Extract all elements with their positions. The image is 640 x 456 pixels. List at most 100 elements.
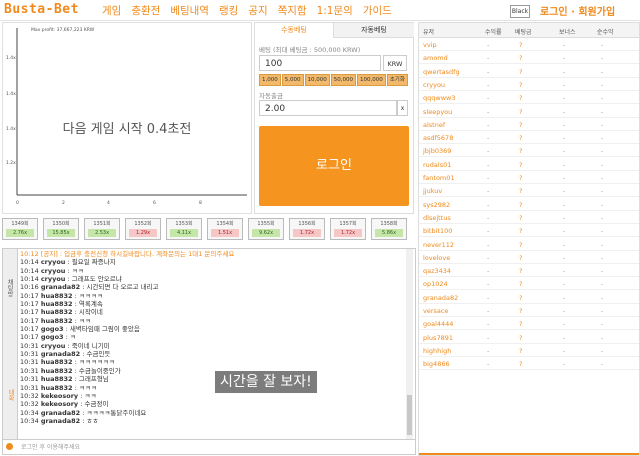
- chip-1000[interactable]: 1,000: [259, 74, 281, 86]
- chat-user[interactable]: gogo3: [41, 325, 64, 333]
- col-bet: 베팅금: [515, 29, 532, 36]
- chat-user[interactable]: hua8832: [41, 308, 73, 316]
- user-name[interactable]: jbjb0369: [423, 147, 451, 155]
- tab-auto-bet[interactable]: 자동베팅: [333, 23, 414, 38]
- chat-user[interactable]: cryyou: [41, 342, 66, 350]
- theme-button[interactable]: Black: [510, 5, 530, 18]
- user-name[interactable]: qwertasdfg: [423, 68, 460, 76]
- history-item[interactable]: 1354회 1.51x: [207, 218, 243, 240]
- chat-scroll-thumb[interactable]: [407, 395, 412, 435]
- bet-amount: ?: [519, 307, 523, 315]
- auto-cashout-input[interactable]: 2.00: [259, 100, 397, 116]
- history-item[interactable]: 1358회 5.86x: [371, 218, 407, 240]
- history-item[interactable]: 1352회 1.29x: [125, 218, 161, 240]
- chat-talk-tab[interactable]: 대화: [6, 389, 15, 401]
- nav-inquiry[interactable]: 1:1문의: [317, 3, 353, 18]
- user-name[interactable]: bitbit100: [423, 227, 452, 235]
- nav-guide[interactable]: 가이드: [363, 3, 392, 18]
- history-item[interactable]: 1351회 2.53x: [84, 218, 120, 240]
- col-profit-rate: 수익률: [485, 29, 502, 36]
- chip-10000[interactable]: 10,000: [304, 74, 330, 86]
- chat-user[interactable]: hua8832: [41, 292, 73, 300]
- user-name[interactable]: qqqwww3: [423, 94, 455, 102]
- user-name[interactable]: big4866: [423, 360, 450, 368]
- chat-user[interactable]: kekeosory: [41, 400, 78, 408]
- chat-user[interactable]: granada82: [41, 350, 80, 358]
- nav-bet-history[interactable]: 베팅내역: [170, 3, 209, 18]
- chat-user[interactable]: hua8832: [41, 384, 73, 392]
- user-name[interactable]: amomd: [423, 54, 448, 62]
- tab-manual-bet[interactable]: 수동베팅: [255, 23, 333, 38]
- user-name[interactable]: fantom01: [423, 174, 455, 182]
- chat-user[interactable]: granada82: [41, 409, 80, 417]
- user-name[interactable]: jjukuv: [423, 187, 442, 195]
- user-name[interactable]: highhigh: [423, 347, 451, 355]
- chat-room-tab[interactable]: 채팅방: [5, 279, 14, 297]
- user-name[interactable]: dlsejttus: [423, 214, 451, 222]
- bonus: -: [563, 360, 566, 369]
- user-name[interactable]: goal4444: [423, 320, 453, 328]
- chat-text: ㅎㅎ: [86, 416, 99, 425]
- profit-rate: -: [487, 307, 490, 315]
- nav-messages[interactable]: 쪽지함: [278, 3, 307, 18]
- nav-ranking[interactable]: 랭킹: [219, 3, 238, 18]
- chip-50000[interactable]: 50,000: [330, 74, 356, 86]
- user-name[interactable]: cryyou: [423, 81, 445, 89]
- chat-settings-icon[interactable]: [6, 443, 13, 450]
- bonus: -: [563, 346, 566, 355]
- user-name[interactable]: vvip: [423, 41, 437, 49]
- chat-user[interactable]: hua8832: [41, 300, 73, 308]
- nav-deposit[interactable]: 충환전: [131, 3, 160, 18]
- nav-notice[interactable]: 공지: [248, 3, 267, 18]
- user-name[interactable]: sys2982: [423, 201, 450, 209]
- chat-text: 수금인듯: [86, 350, 111, 359]
- user-name[interactable]: granada82: [423, 294, 458, 302]
- chat-user[interactable]: cryyou: [41, 267, 66, 275]
- history-item[interactable]: 1357회 1.72x: [330, 218, 366, 240]
- chip-100000[interactable]: 100,000: [357, 74, 386, 86]
- chat-user[interactable]: hua8832: [41, 358, 73, 366]
- user-name[interactable]: qaz3434: [423, 267, 451, 275]
- login-button[interactable]: 로그인: [259, 126, 409, 206]
- chat-time: 10:17: [20, 300, 39, 309]
- user-name[interactable]: never112: [423, 241, 454, 249]
- history-round: 1356회: [298, 221, 316, 227]
- chat-user[interactable]: granada82: [41, 283, 80, 291]
- user-name[interactable]: lovelove: [423, 254, 450, 262]
- user-name[interactable]: plus7891: [423, 334, 453, 342]
- bet-amount: ?: [519, 187, 523, 196]
- main-nav: 게임 충환전 베팅내역 랭킹 공지 쪽지함 1:1문의 가이드: [102, 3, 402, 18]
- user-name[interactable]: alstnef: [423, 121, 445, 129]
- bet-amount-input[interactable]: 100: [259, 55, 381, 71]
- chat-user[interactable]: hua8832: [41, 367, 73, 375]
- chat-user[interactable]: cryyou: [41, 258, 66, 266]
- chat-time: 10:32: [20, 391, 39, 400]
- user-name[interactable]: rudals01: [423, 161, 451, 169]
- profit-rate: -: [487, 174, 490, 182]
- nav-game[interactable]: 게임: [102, 3, 121, 18]
- chat-user[interactable]: hua8832: [41, 375, 73, 383]
- history-item[interactable]: 1350회 15.85x: [43, 218, 79, 240]
- net-profit: -: [601, 67, 604, 76]
- chat-user[interactable]: gogo3: [41, 333, 64, 341]
- chip-reset[interactable]: 초기화: [386, 74, 408, 86]
- user-row: plus7891 -? - -: [419, 331, 639, 344]
- history-item[interactable]: 1355회 9.62x: [248, 218, 284, 240]
- chat-user[interactable]: cryyou: [41, 275, 66, 283]
- logo[interactable]: Busta-Bet: [4, 2, 79, 17]
- chat-user[interactable]: hua8832: [41, 317, 73, 325]
- user-name[interactable]: asdf5678: [423, 134, 453, 142]
- chat-scrollbar[interactable]: [406, 249, 413, 439]
- chip-5000[interactable]: 5,000: [281, 74, 304, 86]
- chat-user[interactable]: granada82: [41, 417, 80, 425]
- col-bonus: 보너스: [559, 29, 576, 36]
- user-name[interactable]: versace: [423, 307, 448, 315]
- chat-user[interactable]: kekeosory: [41, 392, 78, 400]
- history-item[interactable]: 1349회 2.76x: [2, 218, 38, 240]
- history-item[interactable]: 1353회 4.11x: [166, 218, 202, 240]
- login-signup-link[interactable]: 로그인 · 회원가입: [540, 3, 615, 18]
- chat-input[interactable]: 로그인 후 이용해주세요: [21, 442, 80, 451]
- user-name[interactable]: sleepyou: [423, 108, 452, 116]
- history-item[interactable]: 1356회 1.72x: [289, 218, 325, 240]
- user-name[interactable]: op1024: [423, 280, 448, 288]
